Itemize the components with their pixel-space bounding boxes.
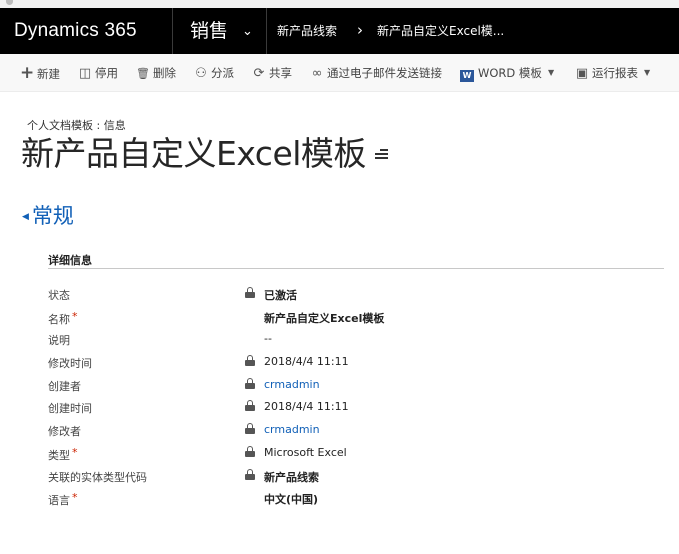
lock-icon [245,445,255,457]
field-label: 创建者 [48,379,81,393]
lock-icon [245,400,255,412]
form-menu-icon[interactable] [372,146,388,162]
app-name[interactable]: Dynamics 365 [14,8,137,54]
area-label: 销售 [190,20,229,42]
field-label: 名称 * [48,309,78,326]
top-navigation-bar: Dynamics 365 销售 ⌄ 新产品线索 › 新产品自定义Excel模... [0,8,679,54]
lock-icon [245,423,255,435]
field-label: 语言 * [48,491,78,508]
field-label: 说明 [48,334,70,348]
collapse-triangle-icon: ◀ [22,212,29,222]
word-template-button[interactable]: W WORD 模板 ▼ [460,54,554,92]
command-bar: + 新建 ◫ 停用 🗑 删除 ⚇ 分派 ⟳ 共享 ∞ 通过电子邮件发送链接 W WORD 模板… [0,54,679,92]
delete-button[interactable]: 🗑 删除 [136,54,176,92]
new-button-label: 新建 [37,67,60,81]
field-value-status: 已激活 [264,289,297,302]
field-label: 创建时间 [48,402,92,416]
chevron-down-icon: ⌄ [242,24,253,39]
report-icon: ▣ [575,66,589,81]
share-icon: ⟳ [253,66,265,81]
field-value-description[interactable]: -- [264,332,272,345]
window-top-strip [0,0,679,8]
word-template-label: WORD 模板 [478,66,542,80]
assign-button[interactable]: ⚇ 分派 [194,54,234,92]
field-value-created-by[interactable]: crmadmin [264,378,320,391]
field-row-entity-type-code: 关联的实体类型代码 新产品线索 [48,465,648,488]
field-row-language: 语言 * 中文(中国) [48,487,648,510]
field-row-status: 状态 已激活 [48,283,648,306]
plus-icon: + [20,63,35,83]
window-control-dot [6,0,13,5]
assign-icon: ⚇ [195,66,207,81]
caret-down-icon: ▼ [547,68,555,77]
field-label: 修改者 [48,425,81,439]
field-value-modified-on: 2018/4/4 11:11 [264,355,349,369]
lock-icon [245,468,255,480]
area-selector[interactable]: 销售 ⌄ [190,8,253,54]
page-title: 新产品自定义Excel模板 [21,134,366,173]
run-report-label: 运行报表 [592,66,638,80]
deactivate-button-label: 停用 [95,66,118,80]
chevron-right-icon: › [357,21,363,39]
section-general[interactable]: ◀ 常规 [22,203,74,229]
delete-button-label: 删除 [153,66,176,80]
nav-divider [172,8,173,54]
required-marker: * [72,445,78,459]
email-link-button-label: 通过电子邮件发送链接 [327,66,442,80]
lock-icon [245,287,255,298]
field-value-language[interactable]: 中文(中国) [264,491,318,507]
field-row-name: 名称 * 新产品自定义Excel模板 [48,306,648,329]
share-button-label: 共享 [269,66,292,80]
field-value-type: Microsoft Excel [264,445,347,459]
group-divider [48,268,664,269]
field-row-created-on: 创建时间 2018/4/4 11:11 [48,396,648,419]
email-link-button[interactable]: ∞ 通过电子邮件发送链接 [310,54,442,92]
deactivate-button[interactable]: ◫ 停用 [78,54,118,92]
share-button[interactable]: ⟳ 共享 [252,54,292,92]
field-row-created-by: 创建者 crmadmin [48,374,648,397]
field-row-modified-by: 修改者 crmadmin [48,419,648,442]
required-marker: * [72,309,78,323]
link-icon: ∞ [311,66,323,81]
field-label: 修改时间 [48,357,92,371]
field-list: 状态 已激活 名称 * 新产品自定义Excel模板 说明 -- 修改时间 2018… [48,283,648,510]
assign-button-label: 分派 [211,66,234,80]
field-label: 状态 [48,289,70,302]
field-value-created-on: 2018/4/4 11:11 [264,400,349,414]
required-marker: * [72,491,78,505]
word-icon: W [460,70,474,82]
entity-form-label: 个人文档模板 : 信息 [27,119,126,132]
group-title: 详细信息 [48,254,92,267]
field-value-modified-by[interactable]: crmadmin [264,423,320,436]
run-report-button[interactable]: ▣ 运行报表 ▼ [575,54,650,92]
caret-down-icon: ▼ [644,68,651,77]
deactivate-icon: ◫ [78,66,92,81]
lock-icon [245,355,255,367]
field-row-type: 类型 * Microsoft Excel [48,442,648,465]
field-row-modified-on: 修改时间 2018/4/4 11:11 [48,351,648,374]
breadcrumb-entity[interactable]: 新产品线索 [277,8,337,54]
field-value-name[interactable]: 新产品自定义Excel模板 [264,310,384,326]
breadcrumb-record[interactable]: 新产品自定义Excel模... [377,8,504,54]
field-label: 类型 * [48,445,78,462]
new-button[interactable]: + 新建 [20,54,60,92]
field-value-entity-type-code: 新产品线索 [264,470,319,484]
delete-icon: 🗑 [136,67,150,80]
section-title: 常规 [31,204,74,228]
lock-icon [245,377,255,389]
nav-divider [266,8,267,54]
field-label: 关联的实体类型代码 [48,470,147,484]
field-row-description: 说明 -- [48,328,648,351]
